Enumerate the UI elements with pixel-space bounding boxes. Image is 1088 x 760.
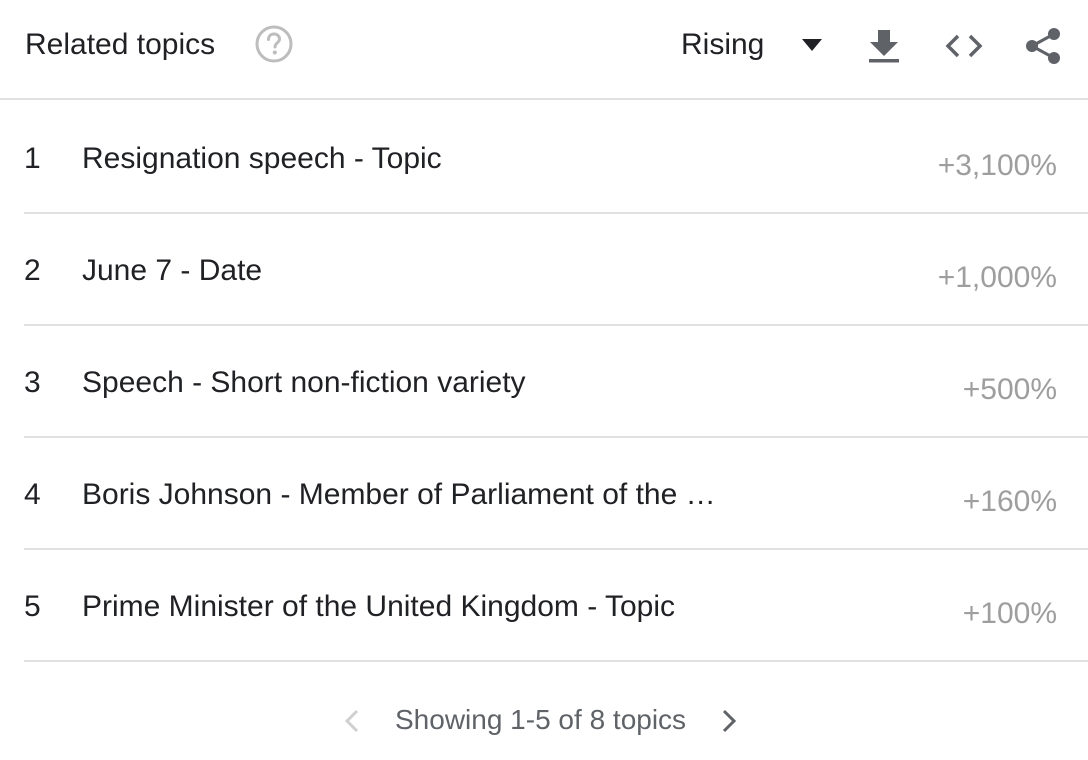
help-circle-icon[interactable] bbox=[254, 24, 294, 64]
row-rise-value: +160% bbox=[962, 485, 1057, 518]
row-rank: 1 bbox=[24, 142, 41, 175]
list-item[interactable]: 5 Prime Minister of the United Kingdom -… bbox=[24, 550, 1088, 662]
row-topic-label: Prime Minister of the United Kingdom - T… bbox=[82, 590, 676, 623]
caret-down-icon bbox=[802, 39, 822, 51]
row-rank: 2 bbox=[24, 254, 41, 287]
row-rise-value: +3,100% bbox=[937, 149, 1057, 182]
widget-title: Related topics bbox=[25, 28, 216, 61]
pagination-status: Showing 1-5 of 8 topics bbox=[395, 704, 687, 735]
row-rank: 3 bbox=[24, 366, 41, 399]
share-icon[interactable] bbox=[1024, 26, 1064, 66]
row-topic-label: Speech - Short non-fiction variety bbox=[82, 366, 526, 399]
row-topic-label: June 7 - Date bbox=[82, 254, 263, 287]
row-rank: 4 bbox=[24, 478, 41, 511]
list-item[interactable]: 4 Boris Johnson - Member of Parliament o… bbox=[24, 438, 1088, 550]
row-rise-value: +1,000% bbox=[937, 261, 1057, 294]
row-topic-label: Boris Johnson - Member of Parliament of … bbox=[82, 478, 716, 511]
list-item[interactable]: 1 Resignation speech - Topic +3,100% bbox=[24, 102, 1088, 214]
row-rise-value: +500% bbox=[962, 373, 1057, 406]
dropdown-selected-value: Rising bbox=[681, 28, 765, 61]
list-item[interactable]: 2 June 7 - Date +1,000% bbox=[24, 214, 1088, 326]
widget-header: Related topics Rising bbox=[0, 0, 1088, 100]
embed-code-icon[interactable] bbox=[944, 26, 984, 66]
download-icon[interactable] bbox=[864, 26, 904, 66]
rising-top-dropdown[interactable]: Rising bbox=[681, 28, 826, 62]
row-rise-value: +100% bbox=[962, 597, 1057, 630]
row-topic-label: Resignation speech - Topic bbox=[82, 142, 442, 175]
list-item[interactable]: 3 Speech - Short non-fiction variety +50… bbox=[24, 326, 1088, 438]
chevron-right-icon[interactable] bbox=[713, 706, 743, 736]
chevron-left-icon[interactable] bbox=[338, 706, 368, 736]
pagination: Showing 1-5 of 8 topics bbox=[0, 700, 1088, 744]
row-rank: 5 bbox=[24, 590, 41, 623]
